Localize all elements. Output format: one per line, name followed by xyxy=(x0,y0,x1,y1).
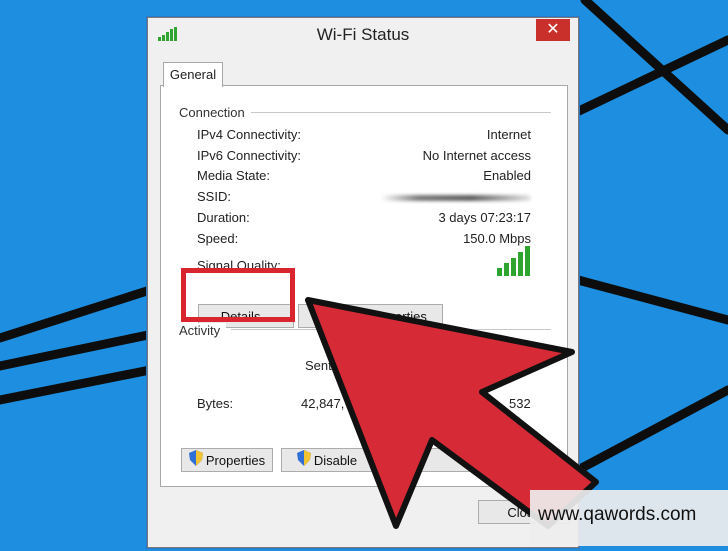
watermark-text: www.qawords.com xyxy=(538,504,697,525)
watermark: www.qawords.com xyxy=(530,490,728,546)
pointer-arrow xyxy=(305,297,599,529)
